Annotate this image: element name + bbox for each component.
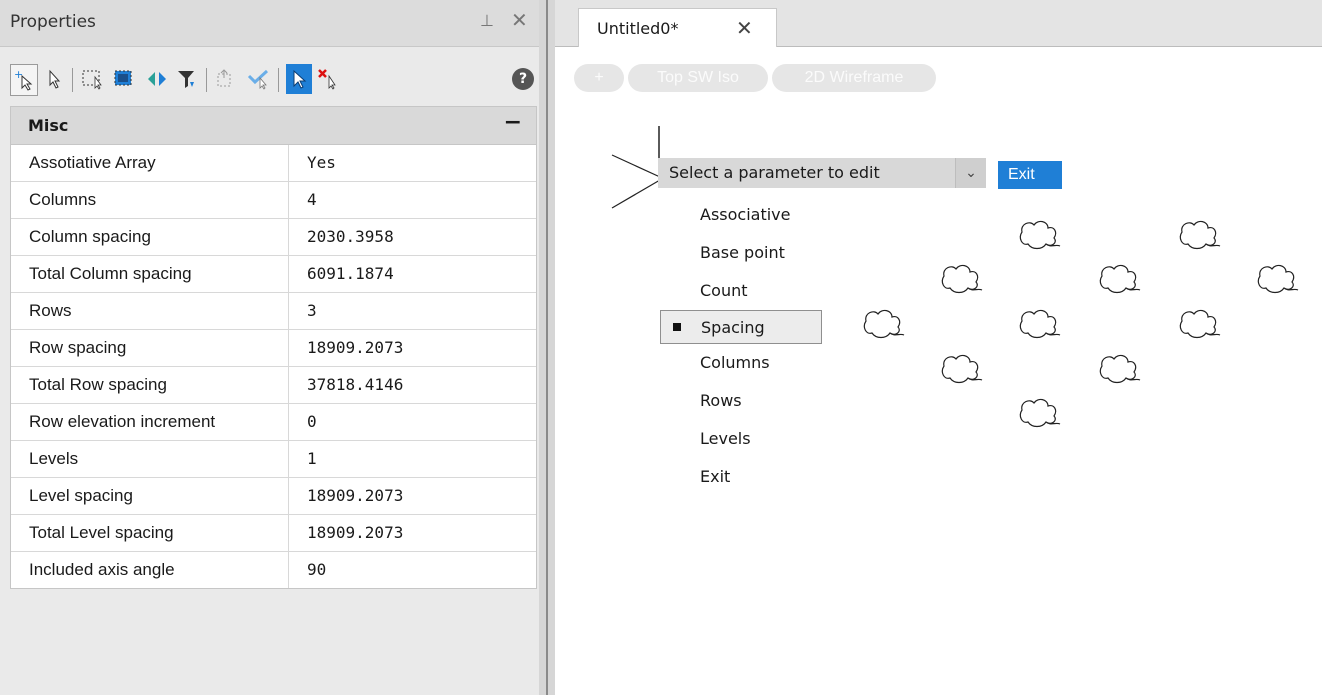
parameter-select-box[interactable]: Select a parameter to edit bbox=[658, 158, 955, 188]
parameter-option-list: Associative Base point Count Spacing Columns… bbox=[660, 196, 830, 496]
option-exit[interactable]: Exit bbox=[660, 458, 830, 496]
option-rows[interactable]: Rows bbox=[660, 382, 830, 420]
parameter-select-prompt: Select a parameter to edit bbox=[669, 163, 880, 182]
option-label: Spacing bbox=[701, 318, 765, 337]
grip-arrow-lower bbox=[611, 179, 661, 209]
option-label: Associative bbox=[700, 205, 791, 224]
option-associative[interactable]: Associative bbox=[660, 196, 830, 234]
option-columns[interactable]: Columns bbox=[660, 344, 830, 382]
option-label: Base point bbox=[700, 243, 785, 262]
exit-button[interactable]: Exit bbox=[998, 161, 1062, 189]
option-spacing[interactable]: Spacing bbox=[660, 310, 822, 344]
option-base-point[interactable]: Base point bbox=[660, 234, 830, 272]
parameter-select[interactable]: Select a parameter to edit ⌄ bbox=[658, 158, 988, 188]
option-label: Rows bbox=[700, 391, 742, 410]
option-label: Exit bbox=[700, 467, 731, 486]
grip-arrow-upper bbox=[611, 154, 661, 178]
option-label: Columns bbox=[700, 353, 770, 372]
chevron-down-icon[interactable]: ⌄ bbox=[955, 158, 986, 188]
option-count[interactable]: Count bbox=[660, 272, 830, 310]
option-label: Count bbox=[700, 281, 748, 300]
cloud-object-array bbox=[863, 220, 1299, 428]
option-label: Levels bbox=[700, 429, 751, 448]
option-levels[interactable]: Levels bbox=[660, 420, 830, 458]
selected-bullet-icon bbox=[673, 323, 681, 331]
